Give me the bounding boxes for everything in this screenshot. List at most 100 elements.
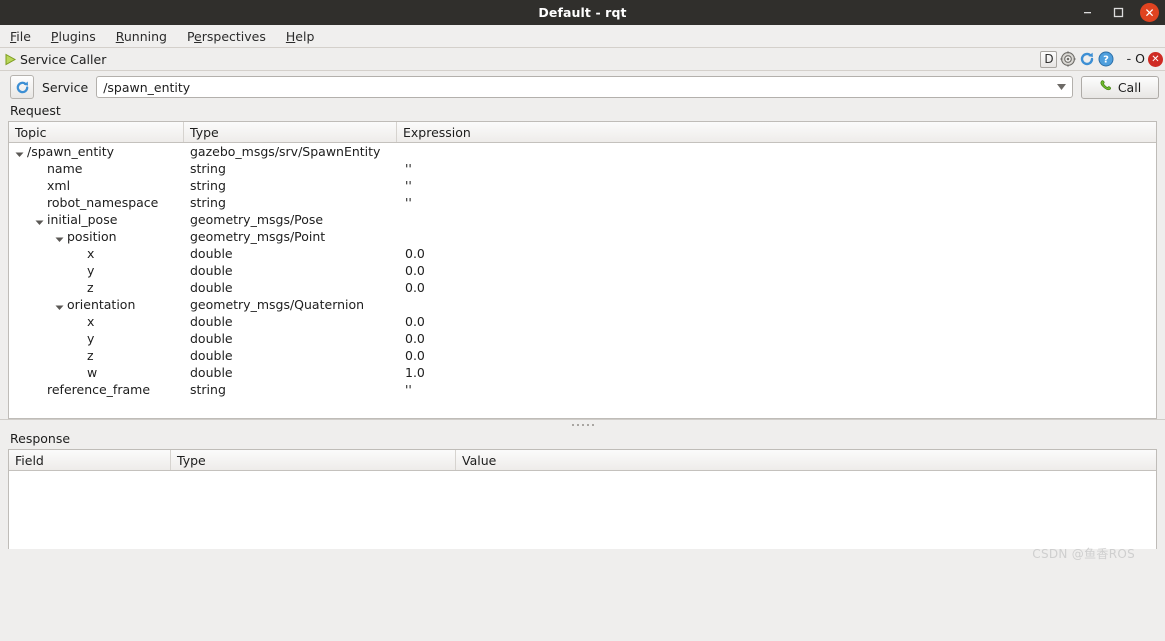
- menu-plugins[interactable]: Plugins: [49, 28, 98, 45]
- row-topic-cell: y: [9, 263, 184, 278]
- close-button[interactable]: ✕: [1140, 3, 1159, 22]
- window-controls: ✕: [1078, 0, 1159, 25]
- row-expression-cell[interactable]: 0.0: [397, 314, 1156, 329]
- chevron-down-icon[interactable]: [15, 147, 24, 157]
- table-row[interactable]: z double 0.0: [9, 347, 1156, 364]
- row-topic-label: initial_pose: [47, 212, 118, 227]
- chevron-down-icon[interactable]: [35, 215, 44, 225]
- splitter-grip-icon: [571, 423, 594, 426]
- row-type-cell: double: [190, 348, 233, 363]
- table-row[interactable]: orientation geometry_msgs/Quaternion: [9, 296, 1156, 313]
- row-topic-cell: z: [9, 348, 184, 363]
- row-expression-cell[interactable]: 1.0: [397, 365, 1156, 380]
- row-expression-cell[interactable]: '': [397, 382, 1156, 397]
- service-selector-row: Service /spawn_entity Call: [0, 71, 1165, 101]
- row-topic-label: orientation: [67, 297, 136, 312]
- row-topic-label: x: [87, 314, 95, 329]
- row-type-cell: gazebo_msgs/srv/SpawnEntity: [190, 144, 381, 159]
- request-table-body: /spawn_entity gazebo_msgs/srv/SpawnEntity…: [9, 143, 1156, 398]
- row-type-cell: double: [190, 246, 233, 261]
- menu-file[interactable]: File: [8, 28, 33, 45]
- request-col-type[interactable]: Type: [184, 122, 397, 142]
- minimize-button[interactable]: [1078, 3, 1097, 22]
- row-topic-cell: xml: [9, 178, 184, 193]
- row-topic-label: robot_namespace: [47, 195, 159, 210]
- row-topic-cell: x: [9, 246, 184, 261]
- response-col-type[interactable]: Type: [171, 450, 456, 470]
- row-type-cell: double: [190, 314, 233, 329]
- row-topic-label: name: [47, 161, 83, 176]
- menu-help[interactable]: Help: [284, 28, 317, 45]
- call-button[interactable]: Call: [1081, 75, 1159, 99]
- row-expression-cell[interactable]: '': [397, 161, 1156, 176]
- chevron-down-icon[interactable]: [55, 232, 64, 242]
- table-row[interactable]: /spawn_entity gazebo_msgs/srv/SpawnEntity: [9, 143, 1156, 160]
- row-expression-cell[interactable]: 0.0: [397, 263, 1156, 278]
- table-row[interactable]: position geometry_msgs/Point: [9, 228, 1156, 245]
- menu-perspectives[interactable]: Perspectives: [185, 28, 268, 45]
- svg-text:?: ?: [1103, 55, 1109, 66]
- row-type-cell: double: [190, 263, 233, 278]
- row-topic-label: w: [87, 365, 98, 380]
- table-row[interactable]: xml string '': [9, 177, 1156, 194]
- row-topic-label: y: [87, 263, 95, 278]
- table-row[interactable]: robot_namespace string '': [9, 194, 1156, 211]
- settings-gear-icon[interactable]: [1059, 51, 1076, 68]
- row-type-cell: string: [190, 178, 226, 193]
- chevron-down-icon[interactable]: [55, 300, 64, 310]
- minimize-dock-button[interactable]: -: [1125, 53, 1132, 66]
- row-topic-cell: orientation: [9, 297, 184, 312]
- row-expression-cell[interactable]: 0.0: [397, 331, 1156, 346]
- row-expression-cell[interactable]: '': [397, 195, 1156, 210]
- service-caller-panel: Service /spawn_entity Call Request Topic…: [0, 71, 1165, 641]
- menu-running-label: unning: [123, 28, 167, 44]
- table-row[interactable]: z double 0.0: [9, 279, 1156, 296]
- request-section-label: Request: [10, 103, 61, 118]
- watermark: CSDN @鱼香ROS: [1032, 547, 1135, 561]
- row-topic-cell: robot_namespace: [9, 195, 184, 210]
- refresh-icon[interactable]: [10, 75, 34, 99]
- row-topic-label: x: [87, 246, 95, 261]
- window-title: Default - rqt: [538, 5, 627, 20]
- plugin-dock-tools: D ? - O ✕: [1040, 50, 1163, 68]
- maximize-button[interactable]: [1109, 3, 1128, 22]
- row-type-cell: geometry_msgs/Point: [190, 229, 326, 244]
- table-row[interactable]: w double 1.0: [9, 364, 1156, 381]
- help-question-icon[interactable]: ?: [1097, 51, 1114, 68]
- table-row[interactable]: initial_pose geometry_msgs/Pose: [9, 211, 1156, 228]
- row-expression-cell[interactable]: 0.0: [397, 348, 1156, 363]
- row-expression-cell[interactable]: '': [397, 178, 1156, 193]
- reload-plugin-icon[interactable]: [1078, 51, 1095, 68]
- float-dock-button[interactable]: O: [1134, 52, 1146, 66]
- row-expression-cell[interactable]: 0.0: [397, 246, 1156, 261]
- table-row[interactable]: x double 0.0: [9, 313, 1156, 330]
- row-expression-cell[interactable]: 0.0: [397, 280, 1156, 295]
- menu-running[interactable]: Running: [114, 28, 169, 45]
- request-col-topic[interactable]: Topic: [9, 122, 184, 142]
- response-col-value[interactable]: Value: [456, 450, 1156, 470]
- chevron-down-icon[interactable]: [1050, 77, 1072, 97]
- table-row[interactable]: y double 0.0: [9, 262, 1156, 279]
- table-row[interactable]: y double 0.0: [9, 330, 1156, 347]
- row-topic-cell: y: [9, 331, 184, 346]
- response-table: Field Type Value: [8, 449, 1157, 549]
- table-row[interactable]: name string '': [9, 160, 1156, 177]
- request-col-expression[interactable]: Expression: [397, 122, 1156, 142]
- menu-help-label: elp: [295, 28, 315, 44]
- row-type-cell: string: [190, 195, 226, 210]
- menubar: File Plugins Running Perspectives Help: [0, 25, 1165, 48]
- panel-splitter[interactable]: [0, 419, 1165, 429]
- table-row[interactable]: reference_frame string '': [9, 381, 1156, 398]
- service-combobox[interactable]: /spawn_entity: [96, 76, 1073, 98]
- dock-letter-button[interactable]: D: [1040, 50, 1058, 68]
- green-phone-icon: [1099, 79, 1113, 96]
- row-topic-label: position: [67, 229, 117, 244]
- service-input[interactable]: /spawn_entity: [97, 80, 190, 95]
- row-topic-cell: /spawn_entity: [9, 144, 184, 159]
- green-play-triangle-icon: [3, 52, 17, 66]
- response-col-field[interactable]: Field: [9, 450, 171, 470]
- row-topic-cell: reference_frame: [9, 382, 184, 397]
- table-row[interactable]: x double 0.0: [9, 245, 1156, 262]
- close-dock-button[interactable]: ✕: [1148, 51, 1163, 67]
- response-section-label: Response: [10, 431, 71, 446]
